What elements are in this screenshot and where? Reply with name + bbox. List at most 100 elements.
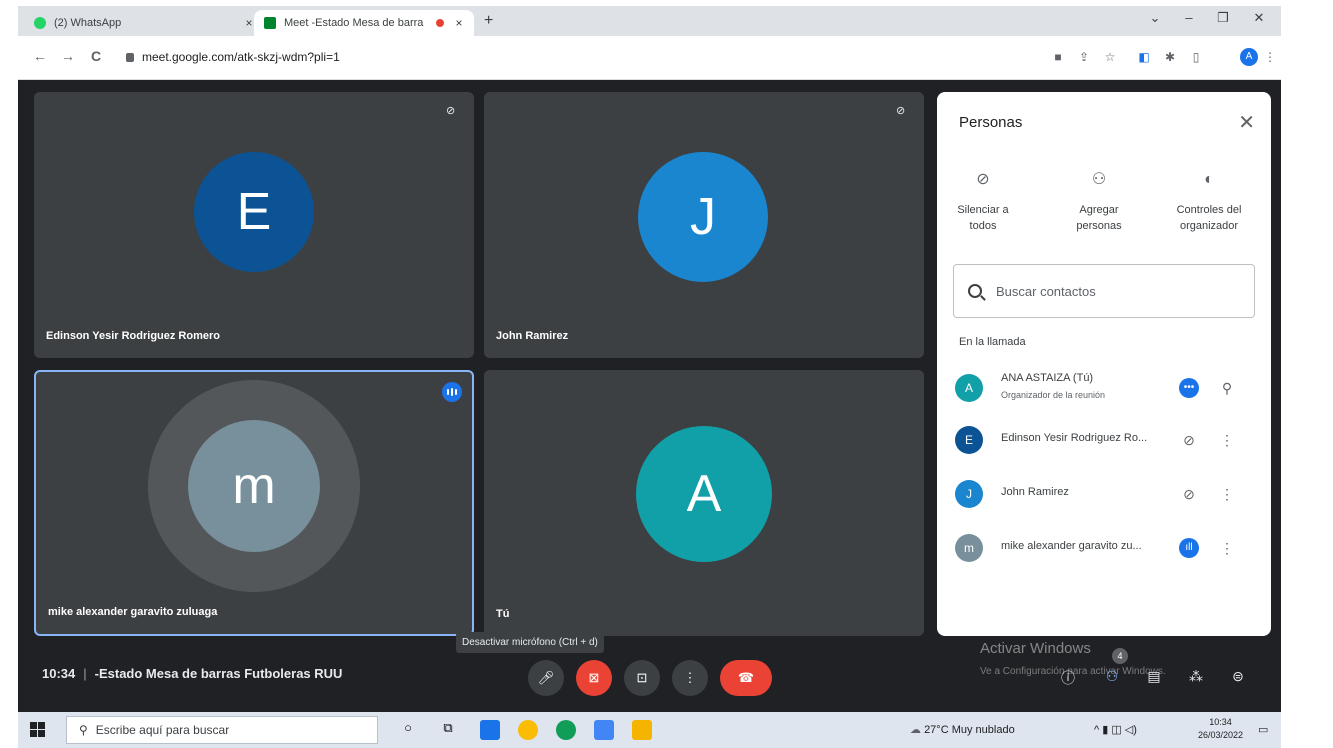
more-vert-icon[interactable]: ⋮ — [1217, 484, 1237, 504]
weather-widget[interactable]: ☁︎ 27°C Muy nublado — [910, 723, 1015, 736]
tab-search-icon[interactable]: ⌄ — [1140, 10, 1170, 26]
close-tab-button[interactable]: × — [450, 16, 468, 30]
participant-tile[interactable]: ⊘ J John Ramirez — [484, 92, 924, 358]
action-label: Controles del — [1176, 204, 1242, 216]
clock-time: 10:34 — [1209, 717, 1232, 727]
avatar-initial: E — [236, 183, 272, 241]
action-label: todos — [969, 220, 997, 232]
action-label: personas — [1076, 220, 1122, 232]
participant-row[interactable]: m mike alexander garavito zu... ıll ⋮ — [955, 530, 1255, 566]
mail-icon[interactable] — [480, 720, 500, 740]
mic-off-icon: ⊘ — [446, 105, 456, 117]
action-label: organizador — [1179, 220, 1239, 232]
search-contacts-input[interactable]: Buscar contactos — [953, 264, 1255, 318]
back-button[interactable]: ← — [30, 48, 50, 64]
activities-icon[interactable]: ⁂ — [1186, 668, 1206, 688]
people-count-badge: 4 — [1112, 648, 1128, 664]
speaking-indicator-icon — [442, 382, 462, 402]
taskbar-search-input[interactable]: ⚲ Escribe aquí para buscar — [66, 716, 378, 744]
people-icon[interactable]: ⚇ — [1102, 668, 1122, 688]
reload-button[interactable]: C — [86, 48, 106, 64]
participant-tile-speaking[interactable]: m mike alexander garavito zuluaga — [34, 370, 474, 636]
meeting-details-icon[interactable]: ⓘ — [1058, 668, 1078, 688]
panel-title: Personas — [959, 114, 1023, 131]
extensions-puzzle-icon[interactable]: ✱ — [1162, 49, 1178, 65]
self-tile[interactable]: A Tú — [484, 370, 924, 636]
cortana-icon[interactable]: ○ — [398, 720, 418, 740]
tab-meet[interactable]: Meet -Estado Mesa de barra × — [254, 10, 474, 36]
more-vert-icon[interactable]: ⋮ — [1217, 430, 1237, 450]
add-person-icon: ⚇ — [1091, 171, 1107, 188]
address-bar[interactable]: meet.google.com/atk-skzj-wdm?pli=1 — [126, 44, 1026, 70]
present-screen-button[interactable]: ⊡ — [624, 660, 660, 696]
more-options-icon[interactable]: ••• — [1179, 378, 1199, 398]
participant-avatar: E — [955, 426, 983, 454]
whatsapp-icon — [34, 17, 46, 29]
avatar-initial: m — [232, 457, 276, 515]
meeting-info: 10:34 | -Estado Mesa de barras Futboleras … — [42, 666, 343, 681]
chat-icon[interactable]: ▤ — [1144, 668, 1164, 688]
bookmark-star-icon[interactable]: ☆ — [1102, 49, 1118, 65]
mic-off-icon[interactable]: ⊘ — [1179, 484, 1199, 504]
translate-extension-icon[interactable]: ◧ — [1136, 49, 1152, 65]
speaking-indicator-icon[interactable]: ıll — [1179, 538, 1199, 558]
participant-row[interactable]: E Edinson Yesir Rodriguez Ro... ⊘ ⋮ — [955, 422, 1255, 458]
host-controls-button[interactable]: ◐ Controles del organizador — [1159, 172, 1259, 234]
edge-icon[interactable] — [556, 720, 576, 740]
forward-button[interactable]: → — [58, 48, 78, 64]
browser-window: (2) WhatsApp × Meet -Estado Mesa de barr… — [18, 6, 1281, 748]
section-label: En la llamada — [959, 336, 1026, 348]
minimize-button[interactable]: – — [1174, 10, 1204, 25]
chrome-icon[interactable] — [518, 720, 538, 740]
mic-off-icon: ⊘ — [976, 171, 990, 188]
notifications-icon[interactable]: ▭ — [1258, 723, 1268, 736]
profile-avatar[interactable]: A — [1240, 48, 1258, 66]
participant-name: mike alexander garavito zuluaga — [48, 606, 218, 618]
participant-row[interactable]: J John Ramirez ⊘ ⋮ — [955, 476, 1255, 512]
taskbar-clock[interactable]: 10:34 26/03/2022 — [1198, 716, 1243, 742]
participant-row[interactable]: A ANA ASTAIZA (Tú) Organizador de la reu… — [955, 370, 1255, 406]
participant-avatar: E — [194, 152, 314, 272]
window-close-button[interactable]: ✕ — [1244, 10, 1274, 26]
system-tray-icons[interactable]: ^ ▮ ◫ ◁) — [1094, 723, 1137, 736]
task-view-icon[interactable]: ⧉ — [438, 720, 458, 740]
participant-avatar: J — [638, 152, 768, 282]
add-people-button[interactable]: ⚇ Agregar personas — [1049, 172, 1149, 234]
taskbar-search-placeholder: Escribe aquí para buscar — [95, 723, 230, 737]
meet-icon — [264, 17, 276, 29]
new-tab-button[interactable]: + — [484, 12, 493, 30]
mute-all-button[interactable]: ⊘ Silenciar a todos — [933, 172, 1033, 234]
action-label: Silenciar a — [957, 204, 1009, 216]
participant-role: Organizador de la reunión — [1001, 390, 1106, 400]
camera-off-icon: ⊠ — [588, 670, 600, 685]
close-panel-button[interactable]: ✕ — [1238, 110, 1255, 135]
present-icon: ⊡ — [636, 670, 648, 685]
share-icon[interactable]: ⇪ — [1076, 49, 1092, 65]
browser-toolbar: ← → C meet.google.com/atk-skzj-wdm?pli=1… — [18, 36, 1281, 80]
store-icon[interactable] — [594, 720, 614, 740]
restore-button[interactable]: ❐ — [1208, 10, 1238, 26]
more-vert-icon[interactable]: ⋮ — [1217, 538, 1237, 558]
participant-tile[interactable]: ⊘ E Edinson Yesir Rodriguez Romero — [34, 92, 474, 358]
tab-strip: (2) WhatsApp × Meet -Estado Mesa de barr… — [18, 6, 1281, 36]
tab-whatsapp[interactable]: (2) WhatsApp × — [24, 10, 264, 36]
camera-off-button[interactable]: ⊠ — [576, 660, 612, 696]
pin-icon[interactable]: ⚲ — [1217, 378, 1237, 398]
leave-call-button[interactable]: ☎︎ — [720, 660, 772, 696]
camera-icon[interactable]: ■ — [1050, 49, 1066, 65]
weather-text: 27°C Muy nublado — [924, 724, 1015, 736]
mic-off-icon[interactable]: ⊘ — [1179, 430, 1199, 450]
microphone-icon: 🎤︎ — [537, 670, 555, 685]
microphone-button[interactable]: 🎤︎ — [528, 660, 564, 696]
participant-name: John Ramirez — [1001, 486, 1069, 498]
side-panel-icon[interactable]: ▯ — [1188, 49, 1204, 65]
windows-start-icon[interactable] — [30, 722, 46, 738]
tab-title: (2) WhatsApp — [54, 17, 122, 29]
file-explorer-icon[interactable] — [632, 720, 652, 740]
participant-name: Tú — [496, 608, 510, 620]
more-options-button[interactable]: ⋮ — [672, 660, 708, 696]
meeting-time: 10:34 — [42, 666, 76, 681]
toggle-icon: ◐ — [1204, 171, 1214, 188]
host-lock-icon[interactable]: ⊜ — [1228, 668, 1248, 688]
browser-menu-icon[interactable]: ⋮ — [1262, 49, 1278, 65]
